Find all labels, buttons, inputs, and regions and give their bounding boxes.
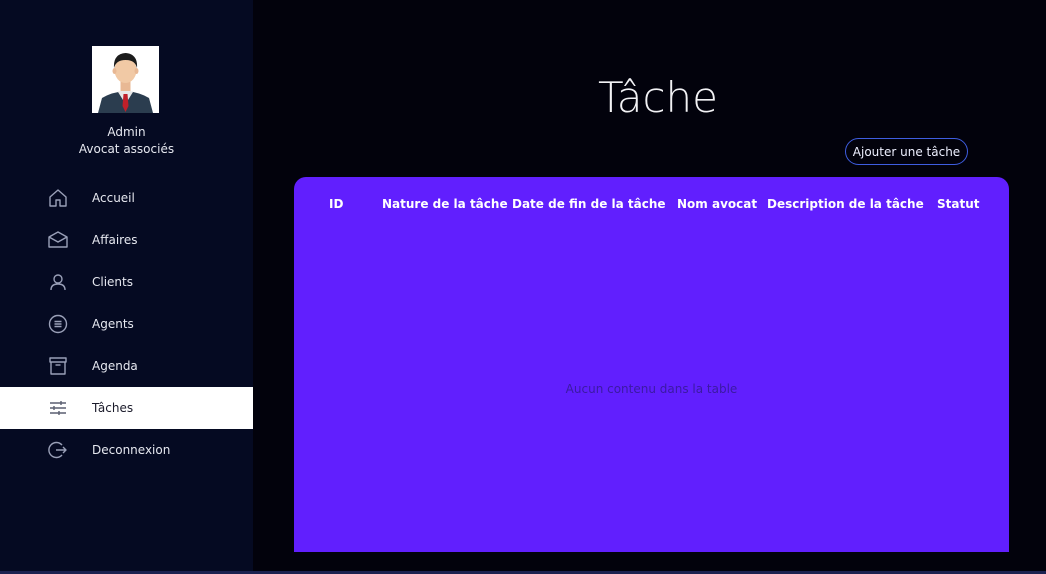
sidebar: Admin Avocat associés Accueil Affaires C…: [0, 0, 253, 574]
sidebar-item-clients[interactable]: Clients: [0, 261, 253, 303]
table-empty-message: Aucun contenu dans la table: [565, 382, 738, 396]
sidebar-item-label: Accueil: [92, 191, 135, 205]
envelope-icon: [47, 229, 69, 251]
column-header-id[interactable]: ID: [329, 196, 343, 212]
user-icon: [47, 271, 69, 293]
tasks-table: ID Nature de la tâche Date de fin de la …: [294, 177, 1009, 552]
sidebar-item-label: Clients: [92, 275, 133, 289]
sidebar-item-label: Tâches: [92, 401, 134, 415]
column-header-nature[interactable]: Nature de la tâche: [382, 196, 508, 212]
archive-icon: [47, 355, 69, 377]
sidebar-item-taches[interactable]: Tâches: [0, 387, 253, 429]
avatar: [92, 46, 159, 113]
column-header-statut[interactable]: Statut: [937, 196, 980, 212]
sidebar-item-affaires[interactable]: Affaires: [0, 219, 253, 261]
sidebar-item-agenda[interactable]: Agenda: [0, 345, 253, 387]
sliders-icon: [47, 397, 69, 419]
column-header-description[interactable]: Description de la tâche: [767, 196, 924, 212]
logout-icon: [47, 439, 69, 461]
column-header-nom-avocat[interactable]: Nom avocat: [677, 196, 757, 212]
sidebar-item-label: Agents: [92, 317, 134, 331]
sidebar-item-accueil[interactable]: Accueil: [0, 177, 253, 219]
column-header-date-fin[interactable]: Date de fin de la tâche: [512, 196, 666, 212]
sidebar-item-agents[interactable]: Agents: [0, 303, 253, 345]
sidebar-item-label: Deconnexion: [92, 443, 171, 457]
list-circle-icon: [47, 313, 69, 335]
sidebar-item-label: Agenda: [92, 359, 138, 373]
add-task-button[interactable]: Ajouter une tâche: [845, 138, 968, 165]
home-icon: [47, 187, 69, 209]
user-name: Admin: [107, 125, 146, 139]
user-role: Avocat associés: [78, 142, 175, 156]
page-title: Tâche: [598, 73, 718, 122]
sidebar-item-label: Affaires: [92, 233, 138, 247]
sidebar-item-deconnexion[interactable]: Deconnexion: [0, 429, 253, 471]
